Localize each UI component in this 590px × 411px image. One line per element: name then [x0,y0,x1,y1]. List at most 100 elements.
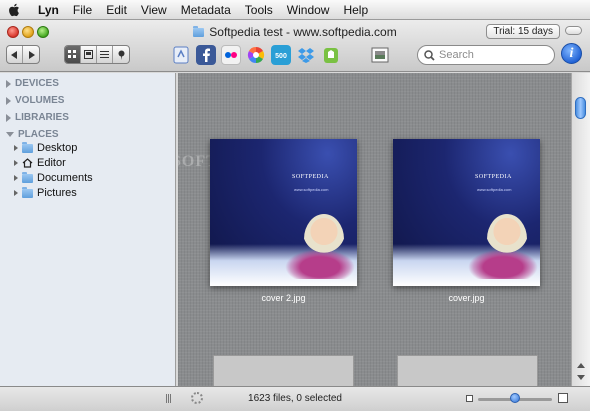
forward-arrow-icon [28,50,35,59]
500px-button[interactable]: 500 [271,45,291,65]
sidebar-item-label: Pictures [37,187,77,199]
title-bar: Softpedia test - www.softpedia.com Trial… [0,20,590,72]
facebook-icon [203,48,210,62]
picasa-button[interactable] [246,45,266,65]
forward-button[interactable] [23,46,39,63]
disclosure-triangle-open-icon[interactable] [6,132,14,137]
menu-tools[interactable]: Tools [245,3,273,17]
toolbar-toggle-button[interactable] [565,26,582,35]
slider-knob[interactable] [510,393,520,403]
home-icon [22,158,33,168]
thumbnail-filename[interactable]: cover 2.jpg [210,293,357,303]
main-window: Softpedia test - www.softpedia.com Trial… [0,20,590,411]
flickr-button[interactable] [221,45,241,65]
export-icon [173,46,189,64]
search-icon [424,49,435,61]
photo-thumbnail[interactable]: SOFTPEDIA www.softpedia.com [210,139,357,286]
thumbnail-tagline: www.softpedia.com [477,187,512,192]
sidebar-section-libraries[interactable]: LIBRARIES [6,112,69,123]
trial-badge[interactable]: Trial: 15 days [486,24,560,39]
view-mode-selector [64,45,130,64]
evernote-button[interactable] [321,45,341,65]
disclosure-triangle-icon[interactable] [14,160,18,166]
thumbnail-figure-head [487,214,527,264]
menu-file[interactable]: File [73,3,92,17]
menu-help[interactable]: Help [343,3,368,17]
disclosure-triangle-icon[interactable] [14,190,18,196]
menu-view[interactable]: View [141,3,167,17]
dropbox-icon [298,48,314,63]
list-view-button[interactable] [97,46,113,63]
section-label: LIBRARIES [15,112,69,123]
section-label: VOLUMES [15,95,65,106]
500px-icon: 500 [275,53,287,59]
disclosure-triangle-icon[interactable] [6,79,11,88]
slideshow-button[interactable] [370,45,390,65]
section-label: PLACES [18,129,59,140]
browser-grid[interactable]: SOFTPEDIA SOFTPEDIA www.softpedia.com co… [178,73,571,386]
scroll-down-arrow-icon[interactable] [577,375,585,380]
disclosure-triangle-icon[interactable] [6,96,11,105]
section-label: DEVICES [15,78,59,89]
menu-edit[interactable]: Edit [106,3,127,17]
sidebar: DEVICES VOLUMES LIBRARIES PLACES Desktop… [0,73,176,386]
folder-icon [22,171,33,183]
apple-menu-icon[interactable] [8,3,26,17]
split-view-icon [84,50,93,59]
evernote-icon [324,48,338,63]
map-pin-icon [118,50,124,60]
thumbnail-figure-head [304,214,344,264]
sidebar-section-devices[interactable]: DEVICES [6,78,59,89]
menu-window[interactable]: Window [287,3,330,17]
folder-icon [193,25,205,37]
thumbnail-filename[interactable]: cover.jpg [393,293,540,303]
back-button[interactable] [7,46,23,63]
photo-thumbnail-placeholder[interactable] [397,355,538,386]
dropbox-button[interactable] [296,45,316,65]
menu-app[interactable]: Lyn [38,3,59,17]
sidebar-item-documents[interactable]: Documents [14,171,93,184]
zoom-in-icon[interactable] [558,393,568,403]
status-bar: 1623 files, 0 selected [0,386,590,411]
folder-icon [22,141,33,153]
thumbnail-brand: SOFTPEDIA [475,174,512,180]
sidebar-section-volumes[interactable]: VOLUMES [6,95,64,106]
vertical-scrollbar[interactable] [571,73,590,386]
sidebar-item-label: Desktop [37,142,78,154]
menu-metadata[interactable]: Metadata [181,3,231,17]
grid-view-button[interactable] [65,46,81,63]
export-button[interactable] [171,45,191,65]
sidebar-section-places[interactable]: PLACES [6,129,59,140]
facebook-button[interactable] [196,45,216,65]
photo-thumbnail[interactable]: SOFTPEDIA www.softpedia.com [393,139,540,286]
list-view-icon [100,51,109,58]
menu-bar: Lyn File Edit View Metadata Tools Window… [0,0,590,20]
scrollbar-thumb[interactable] [575,97,586,119]
photo-thumbnail-placeholder[interactable] [213,355,354,386]
split-view-button[interactable] [81,46,97,63]
svg-text:500: 500 [275,53,287,59]
picasa-icon [247,46,265,64]
slideshow-icon [371,47,389,63]
map-view-button[interactable] [113,46,129,63]
search-field[interactable] [417,45,555,65]
folder-icon [22,186,33,198]
disclosure-triangle-icon[interactable] [14,175,18,181]
disclosure-triangle-icon[interactable] [14,145,18,151]
back-arrow-icon [11,50,17,59]
sidebar-item-desktop[interactable]: Desktop [14,141,78,154]
flickr-icon [225,52,237,58]
thumbnail-brand: SOFTPEDIA [292,174,329,180]
info-button[interactable]: i [561,43,582,64]
disclosure-triangle-icon[interactable] [6,113,11,122]
sidebar-item-pictures[interactable]: Pictures [14,186,77,199]
navigation-buttons [6,45,40,64]
sidebar-item-editor[interactable]: Editor [14,157,66,169]
scroll-up-arrow-icon[interactable] [577,363,585,368]
search-input[interactable] [439,49,544,61]
grid-view-icon [68,50,76,58]
window-title: Softpedia test - www.softpedia.com [209,25,397,39]
zoom-out-icon[interactable] [466,395,473,402]
sidebar-item-label: Editor [37,157,66,169]
thumbnail-tagline: www.softpedia.com [294,187,329,192]
